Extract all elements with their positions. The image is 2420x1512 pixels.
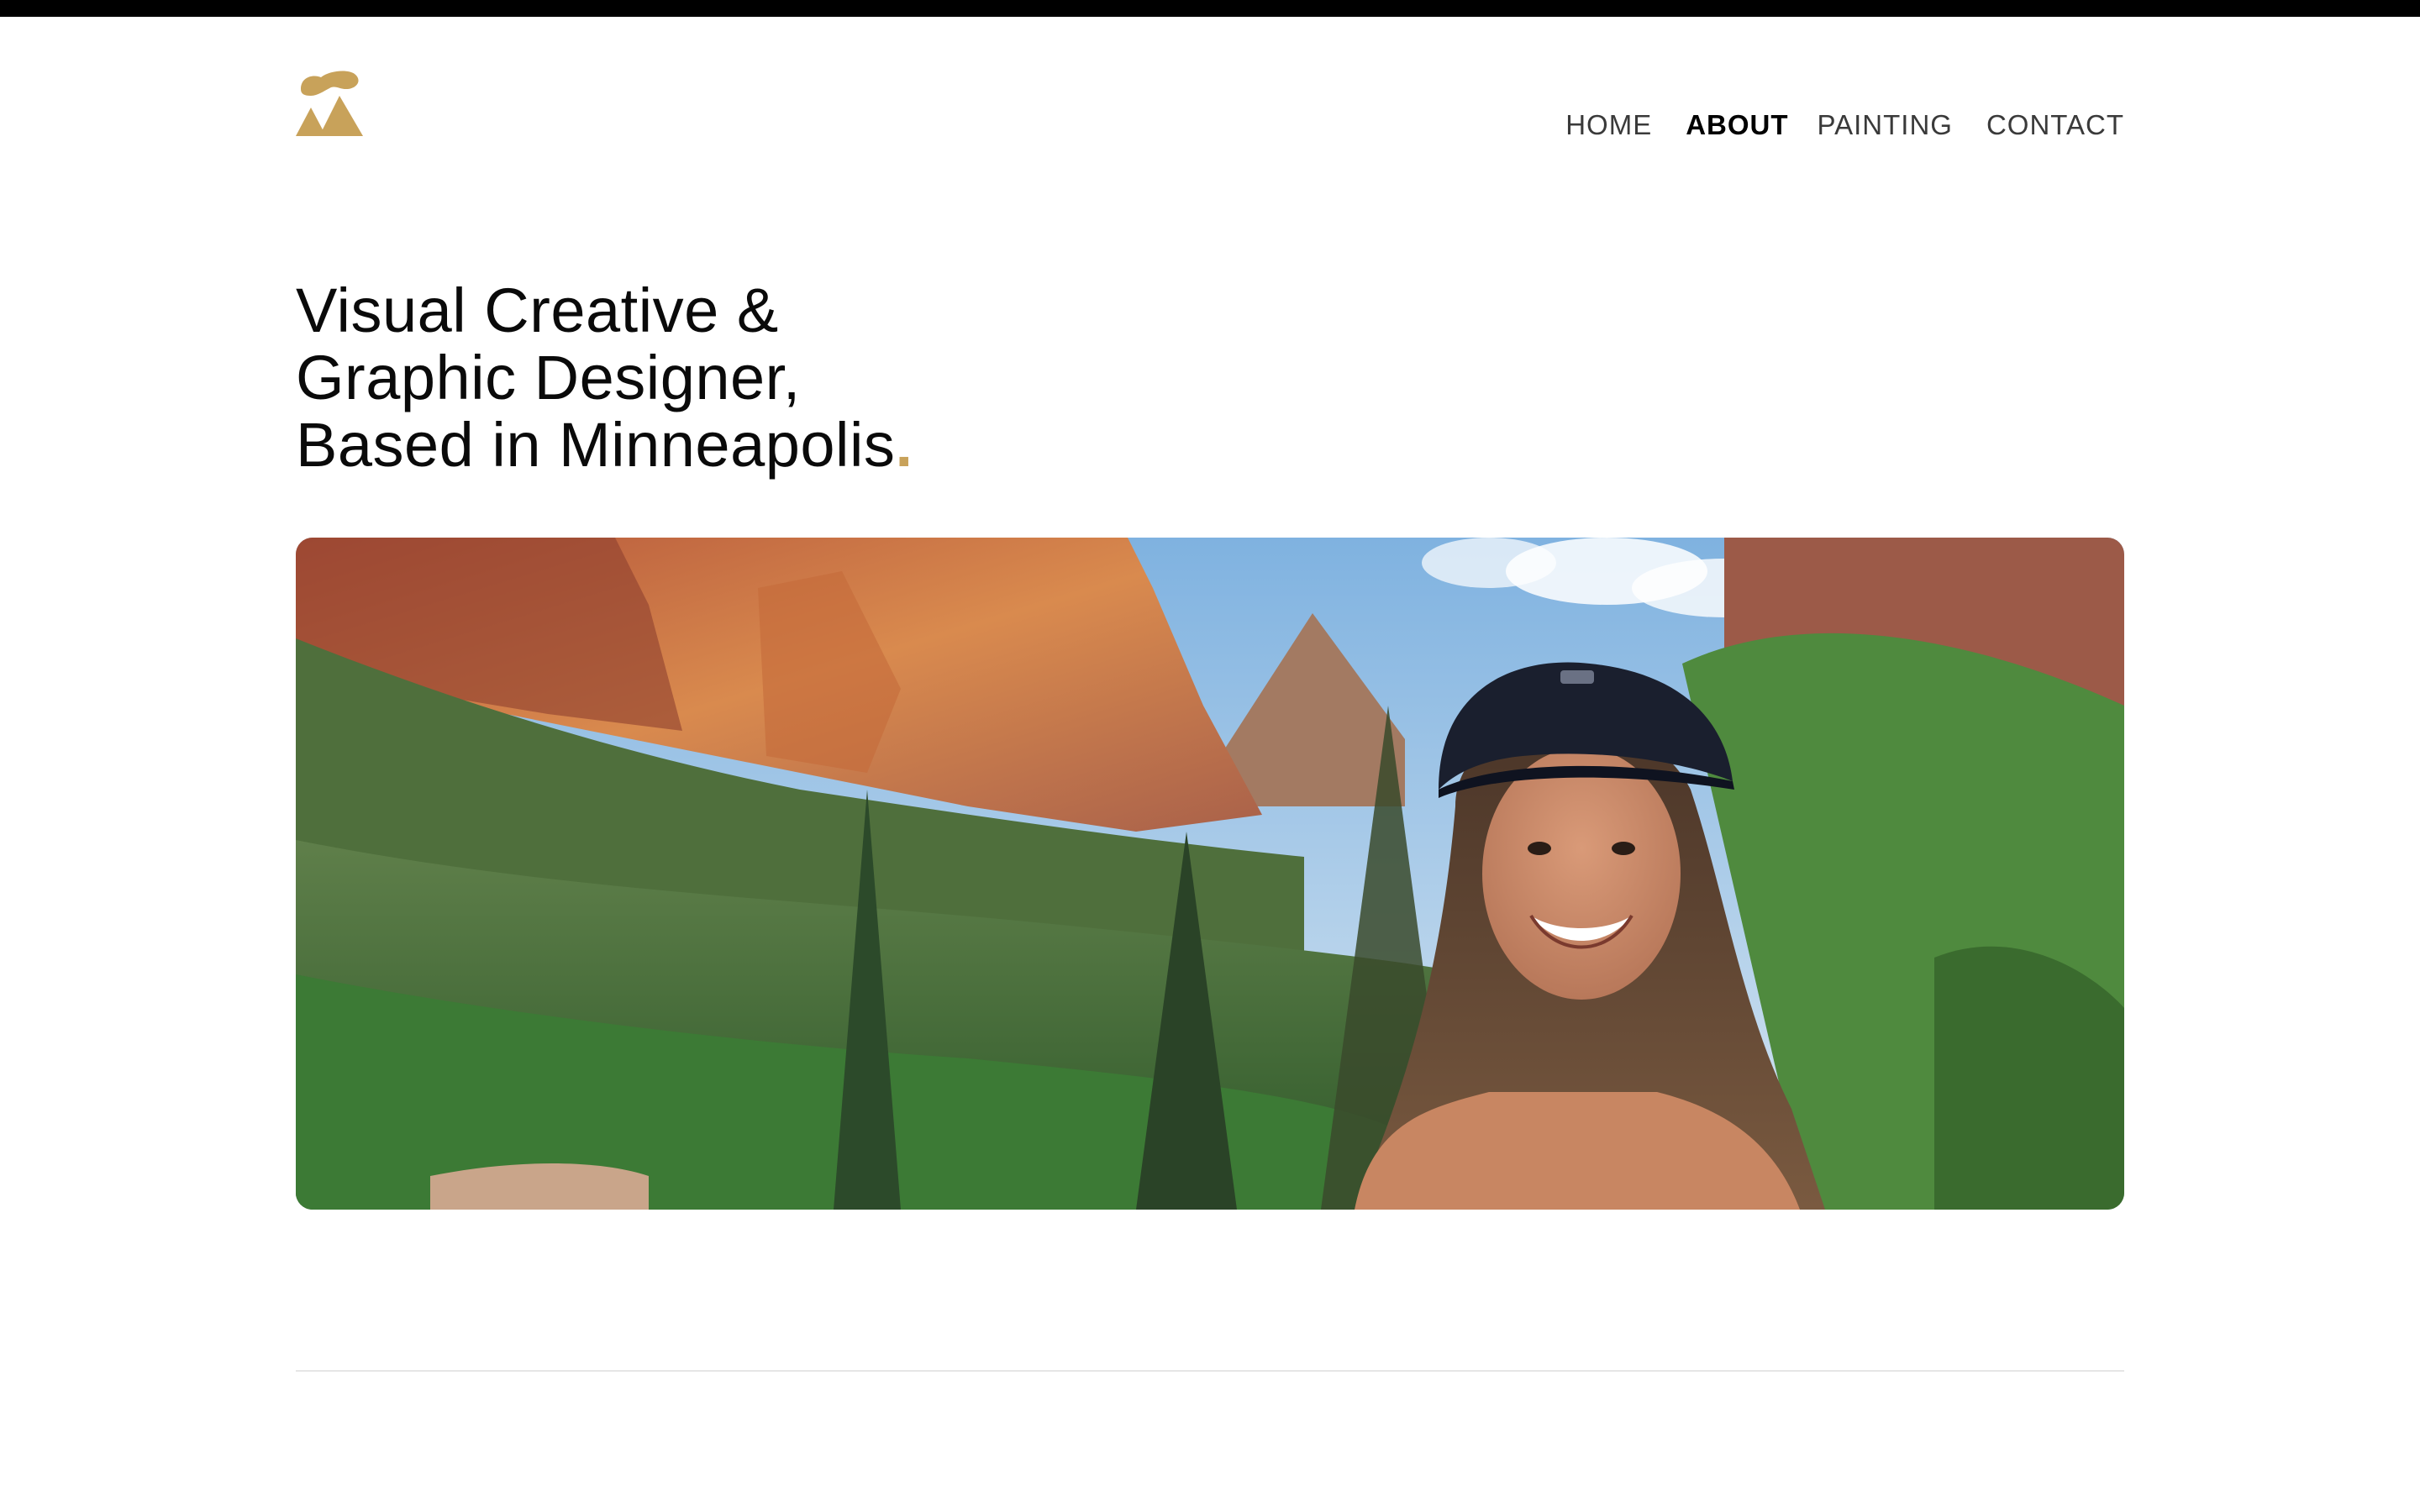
logo-icon[interactable] — [296, 69, 363, 138]
nav-contact[interactable]: CONTACT — [1986, 109, 2124, 141]
nav-about[interactable]: ABOUT — [1686, 109, 1788, 141]
site-header: HOME ABOUT PAINTING CONTACT — [296, 69, 2124, 144]
hero-image — [296, 538, 2124, 1210]
portrait-photo-canyon-landscape-icon — [296, 538, 2124, 1210]
accent-dot: . — [895, 410, 913, 480]
window-top-bar — [0, 0, 2420, 17]
headline-line-2: Graphic Designer, — [296, 343, 801, 412]
main-nav: HOME ABOUT PAINTING CONTACT — [1565, 109, 2124, 141]
section-divider — [296, 1370, 2124, 1372]
nav-home[interactable]: HOME — [1565, 109, 1652, 141]
page-title: Visual Creative & Graphic Designer, Base… — [296, 277, 913, 479]
headline-line-1: Visual Creative & — [296, 276, 779, 345]
nav-painting[interactable]: PAINTING — [1818, 109, 1953, 141]
headline-line-3-text: Based in Minneapolis — [296, 410, 896, 480]
headline-line-3: Based in Minneapolis. — [296, 412, 913, 479]
